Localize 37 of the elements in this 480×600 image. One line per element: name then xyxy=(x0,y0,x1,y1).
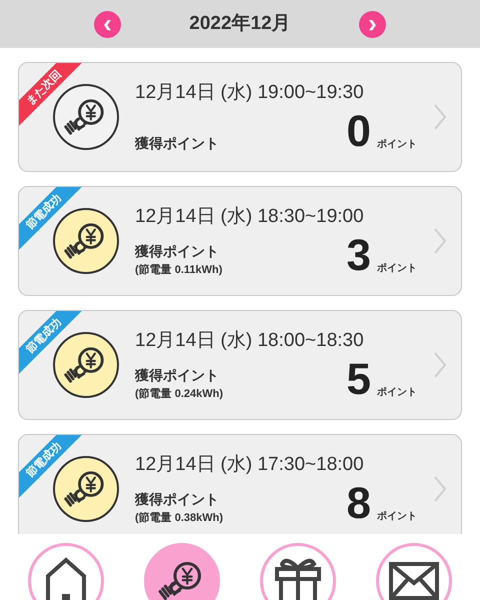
gift-icon xyxy=(274,556,322,600)
points-label: 獲得ポイント xyxy=(135,134,219,153)
record-card[interactable]: また次回 12月14日 (水) 19:00~19:30 獲得ポイント 0 ポイント xyxy=(18,62,462,172)
chevron-icon xyxy=(433,351,447,379)
nav-tab[interactable] xyxy=(144,543,220,600)
month-title: 2022年12月 xyxy=(188,12,292,36)
saving-amount: (節電量 0.24kWh) xyxy=(135,386,224,402)
record-card[interactable]: 節電成功 12月14日 (水) 18:00~18:30 獲得ポイント (節電量 0.24kWh) 5 ポイント xyxy=(18,310,462,420)
points-unit: ポイント xyxy=(377,138,417,152)
points-label: 獲得ポイント xyxy=(135,242,220,260)
chevron-icon xyxy=(433,103,447,131)
previous-month-button[interactable]: ‹ xyxy=(94,10,121,38)
points-value: 0 xyxy=(346,110,371,154)
points-value: 3 xyxy=(346,234,371,278)
points-label: 獲得ポイント xyxy=(135,366,220,384)
home-icon xyxy=(44,556,88,600)
nav-tab[interactable] xyxy=(260,543,336,600)
nav-tab[interactable] xyxy=(28,543,104,600)
chevron-icon xyxy=(433,227,447,255)
points-value: 8 xyxy=(346,482,371,526)
chevron-icon xyxy=(433,475,447,503)
points-unit: ポイント xyxy=(377,386,417,400)
points-label: 獲得ポイント xyxy=(135,490,220,508)
saving-amount: (節電量 0.38kWh) xyxy=(135,510,224,526)
record-datetime: 12月14日 (水) 17:30~18:00 xyxy=(135,453,365,477)
record-card[interactable]: 節電成功 12月14日 (水) 18:30~19:00 獲得ポイント (節電量 0.11kWh) 3 ポイント xyxy=(18,186,462,296)
record-card[interactable]: 節電成功 12月14日 (水) 17:30~18:00 獲得ポイント (節電量 0.38kWh) 8 ポイント xyxy=(18,434,462,534)
next-month-button[interactable]: › xyxy=(359,10,386,38)
nav-tab[interactable] xyxy=(376,543,452,600)
record-datetime: 12月14日 (水) 19:00~19:30 xyxy=(135,81,365,105)
saving-amount: (節電量 0.11kWh) xyxy=(135,262,222,278)
record-datetime: 12月14日 (水) 18:30~19:00 xyxy=(135,205,365,229)
points-unit: ポイント xyxy=(377,510,417,524)
points-value: 5 xyxy=(346,358,371,402)
record-datetime: 12月14日 (水) 18:00~18:30 xyxy=(135,329,365,353)
points-unit: ポイント xyxy=(377,262,417,276)
mail-icon xyxy=(388,561,440,600)
